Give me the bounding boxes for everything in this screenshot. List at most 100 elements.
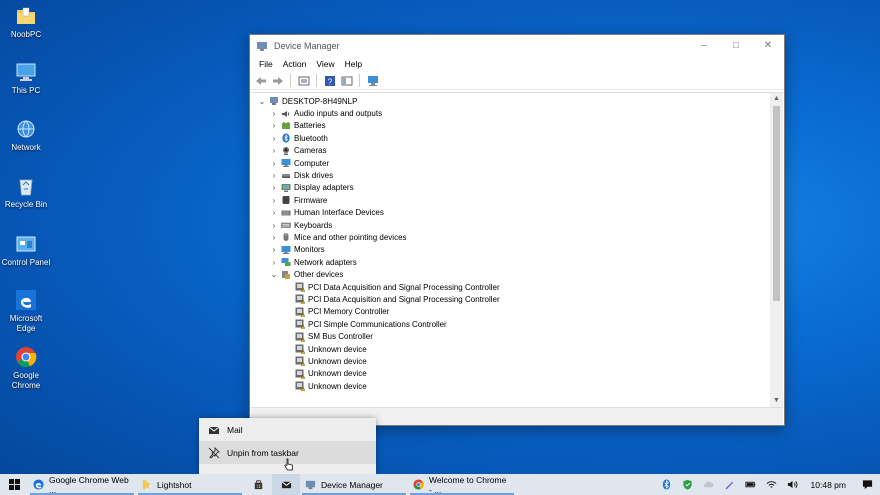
- chevron-right-icon[interactable]: ›: [269, 171, 279, 180]
- hid-icon: [281, 208, 291, 218]
- tree-device-item[interactable]: PCI Data Acquisition and Signal Processi…: [251, 281, 769, 293]
- menu-action[interactable]: Action: [278, 59, 312, 69]
- tree-category-label: Mice and other pointing devices: [294, 232, 407, 242]
- chevron-right-icon[interactable]: ›: [269, 109, 279, 118]
- chevron-right-icon[interactable]: ›: [269, 196, 279, 205]
- action-center-icon[interactable]: [854, 474, 880, 495]
- tree-device-item[interactable]: Unknown device: [251, 355, 769, 367]
- desktop-icon-this-pc[interactable]: This PC: [0, 61, 52, 96]
- taskbar-app-lightshot[interactable]: Lightshot: [136, 474, 244, 495]
- jump-list-app-mail[interactable]: Mail: [199, 418, 376, 441]
- vertical-scrollbar[interactable]: ▲ ▼: [770, 93, 783, 407]
- desktop-icon-label: This PC: [11, 86, 41, 95]
- chevron-right-icon[interactable]: ›: [269, 245, 279, 254]
- tree-root-label: DESKTOP-8H49NLP: [282, 96, 358, 106]
- chevron-right-icon[interactable]: ›: [269, 221, 279, 230]
- tree-device-item[interactable]: PCI Data Acquisition and Signal Processi…: [251, 293, 769, 305]
- back-arrow-icon[interactable]: [254, 74, 267, 87]
- scroll-down-icon[interactable]: ▼: [770, 395, 783, 407]
- security-shield-icon[interactable]: [677, 474, 698, 495]
- desktop-icon-chrome[interactable]: Google Chrome: [0, 346, 52, 391]
- tree-category-other-devices[interactable]: ⌄ Other devices: [251, 268, 769, 280]
- chevron-down-icon[interactable]: ⌄: [257, 97, 267, 106]
- tree-device-item[interactable]: SM Bus Controller: [251, 330, 769, 342]
- desktop-icon-recycle-bin[interactable]: Recycle Bin: [0, 175, 52, 210]
- chevron-right-icon[interactable]: ›: [269, 208, 279, 217]
- tree-category-firmware[interactable]: › Firmware: [251, 194, 769, 206]
- tree-device-item[interactable]: Unknown device: [251, 368, 769, 380]
- network-icon: [15, 118, 37, 140]
- bluetooth-icon[interactable]: [656, 474, 677, 495]
- chevron-right-icon[interactable]: ›: [269, 159, 279, 168]
- chevron-right-icon[interactable]: ›: [269, 134, 279, 143]
- tree-device-label: Unknown device: [308, 381, 367, 391]
- scroll-thumb[interactable]: [773, 106, 780, 301]
- tree-category-disk-drives[interactable]: › Disk drives: [251, 169, 769, 181]
- minimize-button[interactable]: –: [688, 35, 720, 56]
- taskbar-app-mail[interactable]: [272, 474, 300, 495]
- chevron-right-icon[interactable]: ›: [269, 258, 279, 267]
- tree-category-batteries[interactable]: › Batteries: [251, 120, 769, 132]
- tree-category-display-adapters[interactable]: › Display adapters: [251, 182, 769, 194]
- unknown-device-warning-icon: [295, 319, 305, 329]
- tree-category-network-adapters[interactable]: › Network adapters: [251, 256, 769, 268]
- unknown-device-warning-icon: [295, 307, 305, 317]
- mouse-icon: [281, 232, 291, 242]
- mail-icon: [281, 479, 292, 490]
- scan-hardware-icon[interactable]: [366, 74, 379, 87]
- taskbar-app-store[interactable]: [244, 474, 272, 495]
- tree-device-item[interactable]: Unknown device: [251, 343, 769, 355]
- volume-icon[interactable]: [782, 474, 803, 495]
- menu-file[interactable]: File: [254, 59, 278, 69]
- tree-category-mice-and-other-pointing-devices[interactable]: › Mice and other pointing devices: [251, 231, 769, 243]
- tree-root[interactable]: ⌄ DESKTOP-8H49NLP: [251, 95, 769, 107]
- wifi-icon[interactable]: [761, 474, 782, 495]
- tree-device-label: PCI Data Acquisition and Signal Processi…: [308, 294, 500, 304]
- tree-category-cameras[interactable]: › Cameras: [251, 145, 769, 157]
- tree-category-label: Cameras: [294, 146, 327, 156]
- chevron-down-icon[interactable]: ⌄: [269, 270, 279, 279]
- menu-help[interactable]: Help: [340, 59, 367, 69]
- svg-text:?: ?: [327, 77, 332, 86]
- tree-category-label: Bluetooth: [294, 133, 328, 143]
- taskbar-app-edge[interactable]: Google Chrome Web ...: [28, 474, 136, 495]
- tree-category-computer[interactable]: › Computer: [251, 157, 769, 169]
- desktop-icon-edge[interactable]: Microsoft Edge: [0, 289, 52, 334]
- tree-category-monitors[interactable]: › Monitors: [251, 244, 769, 256]
- tree-category-keyboards[interactable]: › Keyboards: [251, 219, 769, 231]
- help-icon[interactable]: ?: [323, 74, 336, 87]
- pen-icon[interactable]: [719, 474, 740, 495]
- chevron-right-icon[interactable]: ›: [269, 121, 279, 130]
- chevron-right-icon[interactable]: ›: [269, 233, 279, 242]
- keyboard-icon: [281, 220, 291, 230]
- taskbar-app-chrome[interactable]: Welcome to Chrome - ...: [408, 474, 516, 495]
- properties-icon[interactable]: [297, 74, 310, 87]
- maximize-button[interactable]: □: [720, 35, 752, 56]
- tree-device-item[interactable]: PCI Simple Communications Controller: [251, 318, 769, 330]
- unknown-device-warning-icon: [295, 282, 305, 292]
- desktop-icon-control-panel[interactable]: Control Panel: [0, 233, 52, 268]
- taskbar-app-device-manager[interactable]: Device Manager: [300, 474, 408, 495]
- tree-device-item[interactable]: PCI Memory Controller: [251, 306, 769, 318]
- tree-category-audio-inputs-and-outputs[interactable]: › Audio inputs and outputs: [251, 107, 769, 119]
- scroll-up-icon[interactable]: ▲: [770, 93, 783, 105]
- onedrive-icon[interactable]: [698, 474, 719, 495]
- tree-device-item[interactable]: Unknown device: [251, 380, 769, 392]
- desktop-icon-network[interactable]: Network: [0, 118, 52, 153]
- forward-arrow-icon[interactable]: [271, 74, 284, 87]
- chevron-right-icon[interactable]: ›: [269, 146, 279, 155]
- tree-category-label: Monitors: [294, 245, 325, 255]
- title-bar[interactable]: Device Manager – □ ✕: [250, 35, 784, 56]
- menu-view[interactable]: View: [311, 59, 339, 69]
- desktop-icon-noobpc[interactable]: NoobPC: [0, 5, 52, 40]
- tree-category-label: Computer: [294, 158, 330, 168]
- close-button[interactable]: ✕: [752, 35, 784, 56]
- battery-icon: [281, 121, 291, 131]
- tree-category-bluetooth[interactable]: › Bluetooth: [251, 132, 769, 144]
- battery-icon[interactable]: [740, 474, 761, 495]
- start-button[interactable]: [0, 474, 28, 495]
- show-hidden-icon[interactable]: [340, 74, 353, 87]
- chevron-right-icon[interactable]: ›: [269, 183, 279, 192]
- system-clock[interactable]: 10:48 pm: [803, 480, 854, 490]
- tree-category-human-interface-devices[interactable]: › Human Interface Devices: [251, 207, 769, 219]
